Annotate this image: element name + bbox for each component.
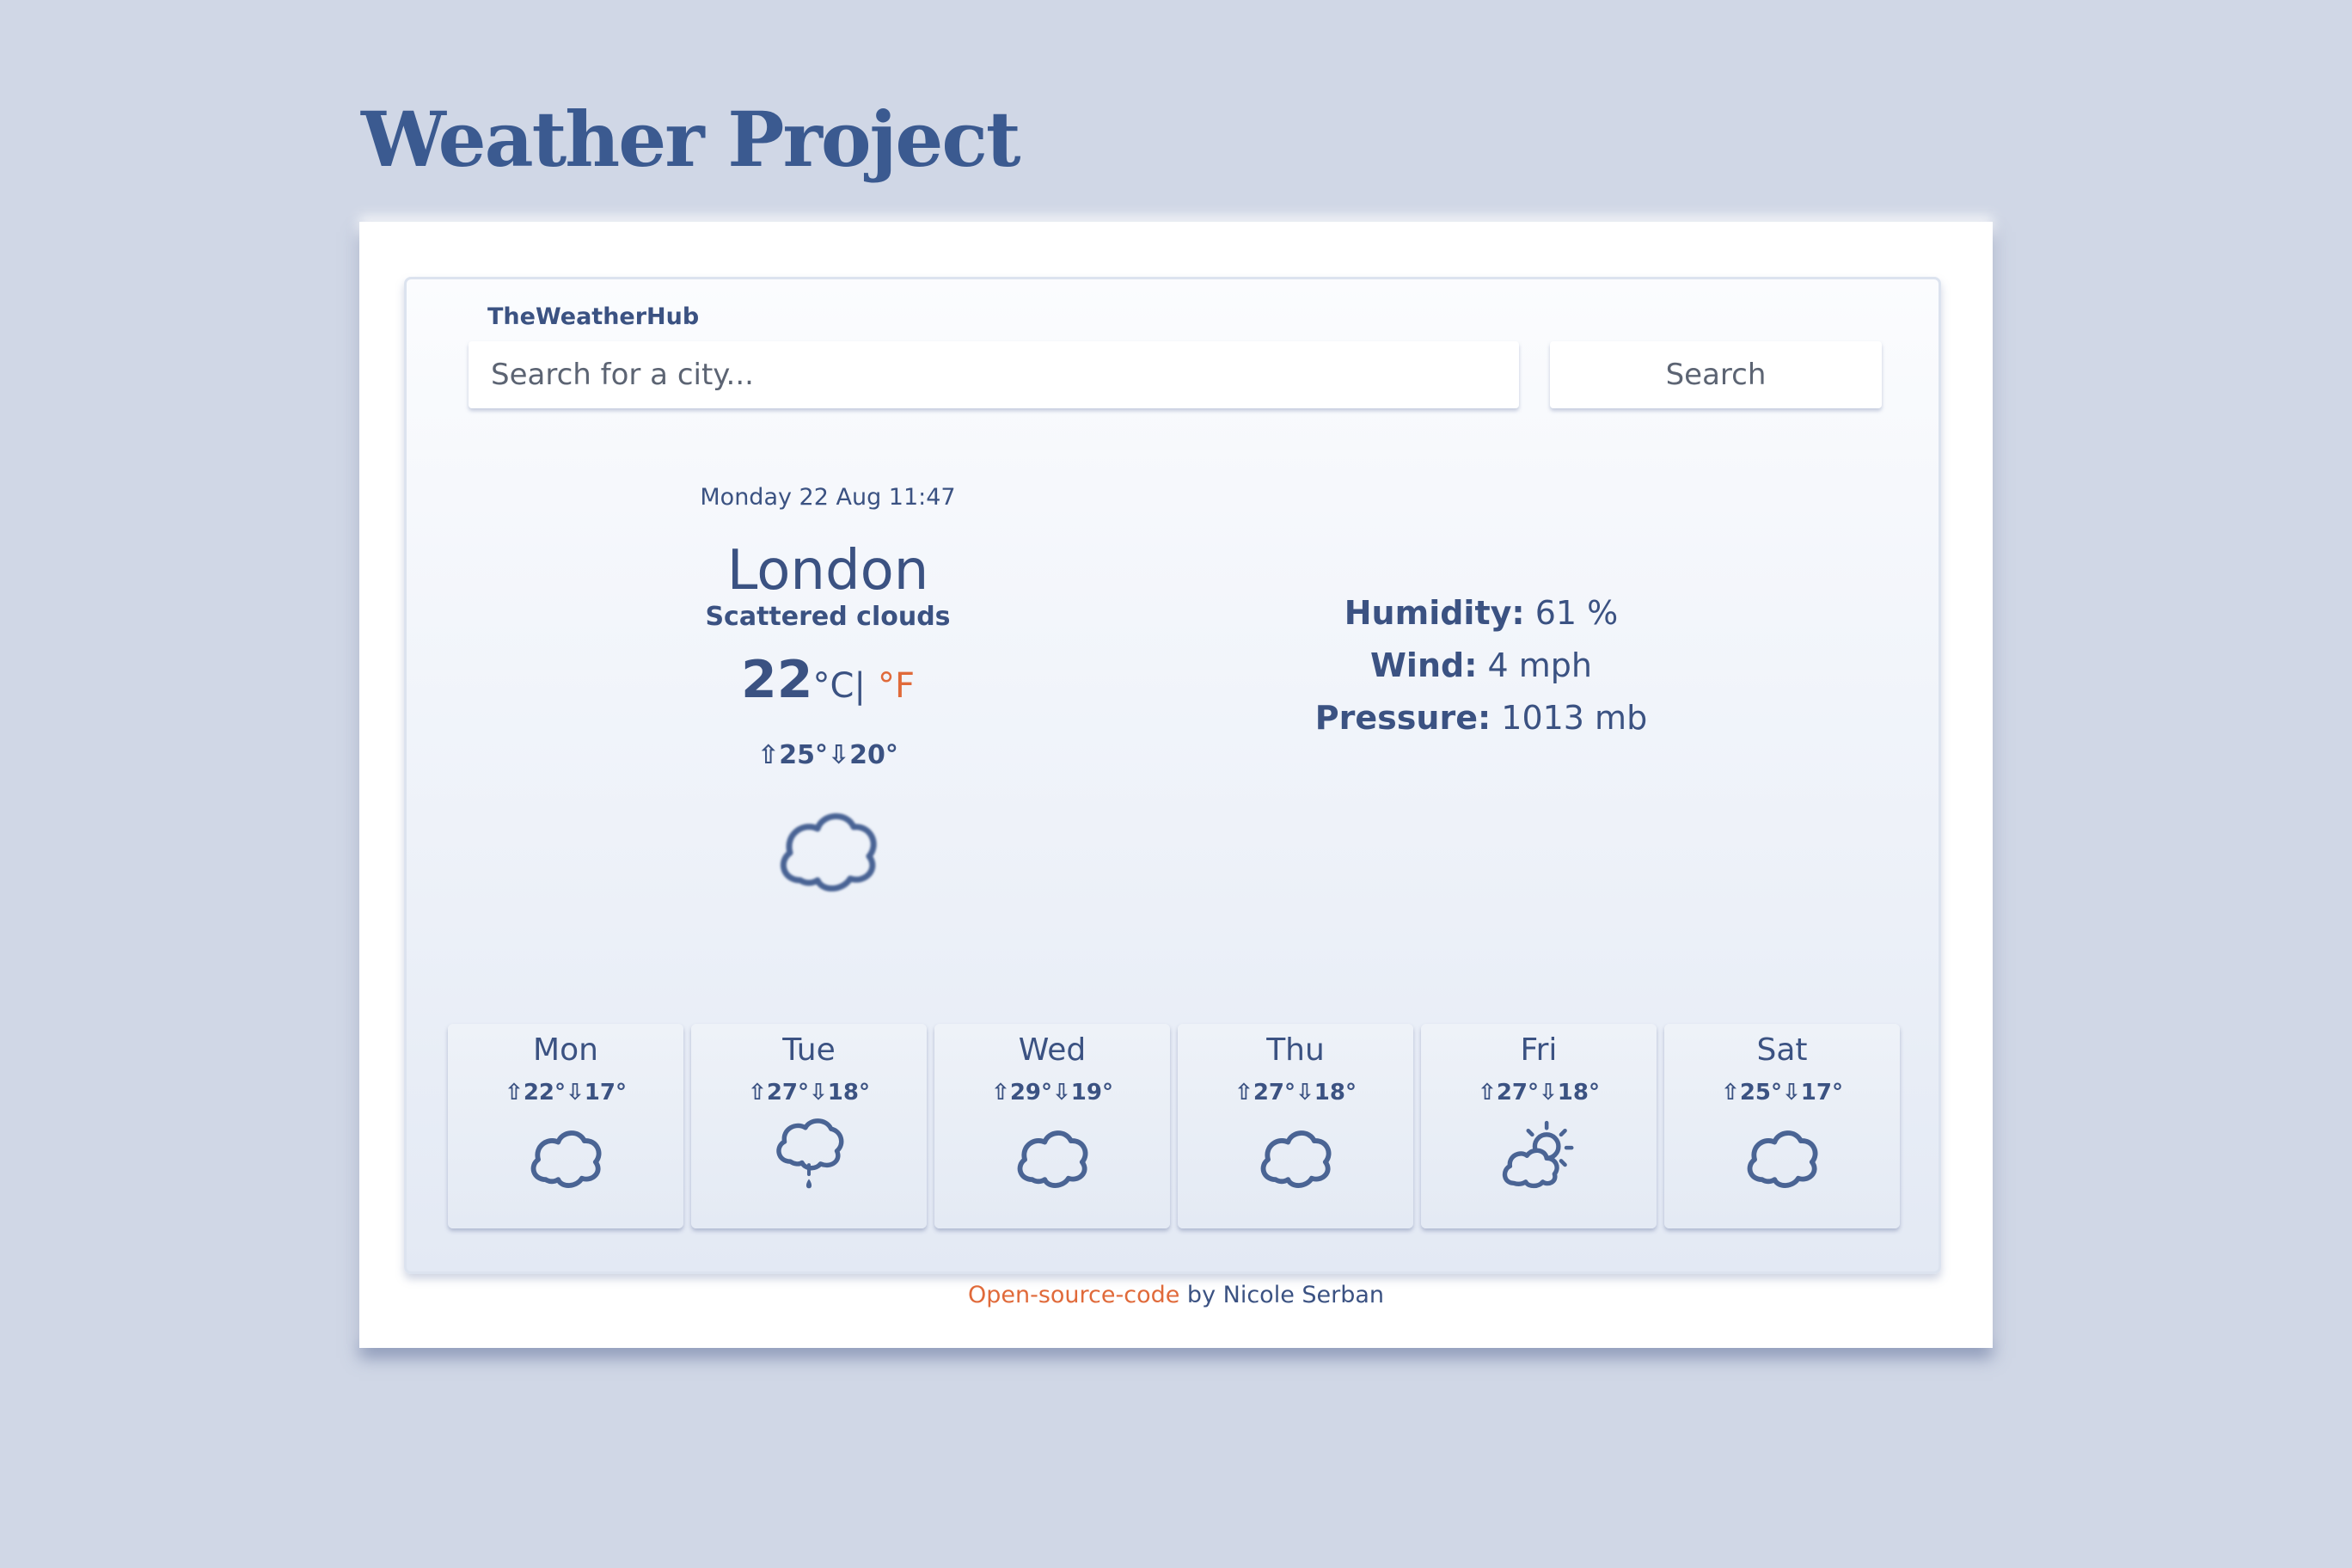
forecast-day-name: Thu <box>1266 1032 1325 1068</box>
cloud-icon <box>1743 1124 1821 1190</box>
wind-value: 4 mph <box>1487 646 1592 684</box>
forecast-day-name: Sat <box>1756 1032 1808 1068</box>
footer-author: by Nicole Serban <box>1179 1282 1385 1308</box>
forecast-day-mon: Mon ⇧22°⇩17° <box>448 1024 683 1228</box>
cloud-icon <box>1014 1124 1091 1190</box>
search-input[interactable] <box>469 341 1519 408</box>
forecast-day-name: Mon <box>533 1032 598 1068</box>
forecast-day-thu: Thu ⇧27°⇩18° <box>1178 1024 1413 1228</box>
wind-row: Wind: 4 mph <box>1266 640 1696 692</box>
app-container: TheWeatherHub Search Monday 22 Aug 11:47… <box>359 222 1993 1348</box>
temperature-row: 22°C| °F <box>613 654 1043 706</box>
cloud-icon <box>1257 1124 1334 1190</box>
forecast-day-name: Fri <box>1520 1032 1558 1068</box>
forecast-high-low: ⇧22°⇩17° <box>505 1080 627 1106</box>
pressure-row: Pressure: 1013 mb <box>1266 692 1696 744</box>
current-datetime: Monday 22 Aug 11:47 <box>700 484 956 511</box>
city-name: London <box>726 539 929 603</box>
pressure-value: 1013 mb <box>1501 699 1648 737</box>
search-button[interactable]: Search <box>1550 341 1882 408</box>
weather-details: Humidity: 61 % Wind: 4 mph Pressure: 101… <box>1266 587 1696 744</box>
current-weather: Monday 22 Aug 11:47 London Scattered clo… <box>613 477 1043 897</box>
humidity-value: 61 % <box>1534 594 1619 632</box>
weather-description: Scattered clouds <box>705 602 951 632</box>
forecast-high-low: ⇧29°⇩19° <box>991 1080 1113 1106</box>
forecast-high-low: ⇧27°⇩18° <box>1234 1080 1357 1106</box>
partly-sunny-icon <box>1499 1118 1578 1190</box>
weather-panel: TheWeatherHub Search Monday 22 Aug 11:47… <box>404 277 1941 1274</box>
forecast-day-fri: Fri ⇧27°⇩18° <box>1421 1024 1657 1228</box>
footer: Open-source-code by Nicole Serban <box>359 1282 1993 1308</box>
forecast-row: Mon ⇧22°⇩17° Tue ⇧27°⇩18° Wed ⇧29°⇩19° T… <box>448 1024 1902 1234</box>
unit-separator: | <box>854 666 866 706</box>
forecast-day-name: Tue <box>782 1032 836 1068</box>
light-rain-icon <box>773 1116 845 1193</box>
current-high-low: ⇧25°⇩20° <box>757 740 898 770</box>
cloud-icon <box>775 805 881 894</box>
humidity-label: Humidity: <box>1344 594 1525 632</box>
humidity-row: Humidity: 61 % <box>1266 587 1696 640</box>
fahrenheit-link[interactable]: °F <box>878 666 915 706</box>
page-title: Weather Project <box>361 95 1021 184</box>
forecast-day-tue: Tue ⇧27°⇩18° <box>691 1024 927 1228</box>
temperature-value: 22 <box>741 650 813 710</box>
forecast-day-sat: Sat ⇧25°⇩17° <box>1664 1024 1900 1228</box>
celsius-unit[interactable]: °C <box>813 666 854 706</box>
forecast-high-low: ⇧27°⇩18° <box>1478 1080 1600 1106</box>
forecast-day-wed: Wed ⇧29°⇩19° <box>934 1024 1170 1228</box>
wind-label: Wind: <box>1370 646 1478 684</box>
source-code-link[interactable]: Open-source-code <box>968 1282 1179 1308</box>
forecast-high-low: ⇧25°⇩17° <box>1721 1080 1843 1106</box>
pressure-label: Pressure: <box>1314 699 1491 737</box>
cloud-icon <box>527 1124 604 1190</box>
brand-name: TheWeatherHub <box>487 303 700 330</box>
forecast-high-low: ⇧27°⇩18° <box>748 1080 870 1106</box>
forecast-day-name: Wed <box>1018 1032 1087 1068</box>
